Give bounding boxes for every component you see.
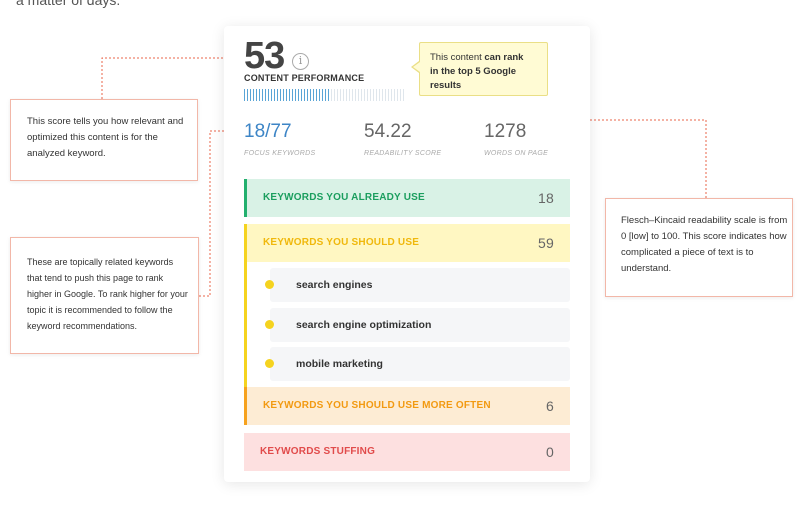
keywords-more-often-row[interactable]: KEYWORDS YOU SHOULD USE MORE OFTEN 6 [244, 387, 570, 425]
suggested-keyword-item[interactable]: search engine optimization [265, 308, 570, 342]
focus-keywords-label: FOCUS KEYWORDS [244, 150, 316, 157]
rank-tooltip-bold: can rank [484, 52, 524, 63]
yellow-dot-icon [265, 280, 274, 289]
keywords-already-use-label: KEYWORDS YOU ALREADY USE [263, 192, 425, 203]
suggested-keyword-item[interactable]: mobile marketing [265, 347, 570, 381]
keywords-stuffing-label: KEYWORDS STUFFING [260, 446, 376, 457]
readability-score-label: READABILITY SCORE [364, 150, 442, 157]
focus-keywords-total: 77 [270, 121, 292, 142]
rank-tooltip: This content can rank in the top 5 Googl… [419, 42, 548, 96]
keywords-stuffing-count: 0 [546, 444, 554, 460]
rank-tooltip-line2: in the top 5 Google results [430, 66, 517, 91]
suggested-keyword-text: mobile marketing [296, 358, 383, 370]
score-explanation-note: This score tells you how relevant and op… [10, 99, 198, 181]
should-use-group-bar [244, 262, 247, 387]
info-icon[interactable]: i [292, 53, 309, 70]
keywords-should-use-label: KEYWORDS YOU SHOULD USE [263, 237, 420, 248]
performance-label: CONTENT PERFORMANCE [244, 73, 365, 83]
keywords-should-use-count: 59 [538, 235, 554, 251]
keywords-should-use-row[interactable]: KEYWORDS YOU SHOULD USE 59 [244, 224, 570, 262]
rank-tooltip-prefix: This content [430, 52, 485, 63]
topics-explanation-note: These are topically related keywords tha… [10, 237, 199, 354]
readability-explanation-note: Flesch–Kincaid readability scale is from… [605, 198, 793, 297]
suggested-keyword-text: search engines [296, 279, 373, 291]
keywords-stuffing-row[interactable]: KEYWORDS STUFFING 0 [244, 433, 570, 471]
suggested-keyword-text: search engine optimization [296, 319, 432, 331]
tooltip-arrow-fill [413, 62, 420, 72]
keywords-more-often-count: 6 [546, 398, 554, 414]
yellow-dot-icon [265, 320, 274, 329]
focus-keywords-used: 18 [244, 121, 266, 142]
yellow-dot-icon [265, 359, 274, 368]
readability-score-value: 54.22 [364, 121, 412, 142]
performance-progress-bar [244, 89, 404, 101]
words-on-page-value: 1278 [484, 121, 527, 142]
keywords-already-use-row[interactable]: KEYWORDS YOU ALREADY USE 18 [244, 179, 570, 217]
focus-keywords-value: 18/77 [244, 121, 292, 142]
performance-progress-fill [244, 89, 329, 101]
performance-score: 53 [244, 35, 285, 77]
keywords-more-often-label: KEYWORDS YOU SHOULD USE MORE OFTEN [263, 400, 491, 411]
keywords-already-use-count: 18 [538, 190, 554, 206]
words-on-page-label: WORDS ON PAGE [484, 150, 549, 157]
suggested-keyword-item[interactable]: search engines [265, 268, 570, 302]
